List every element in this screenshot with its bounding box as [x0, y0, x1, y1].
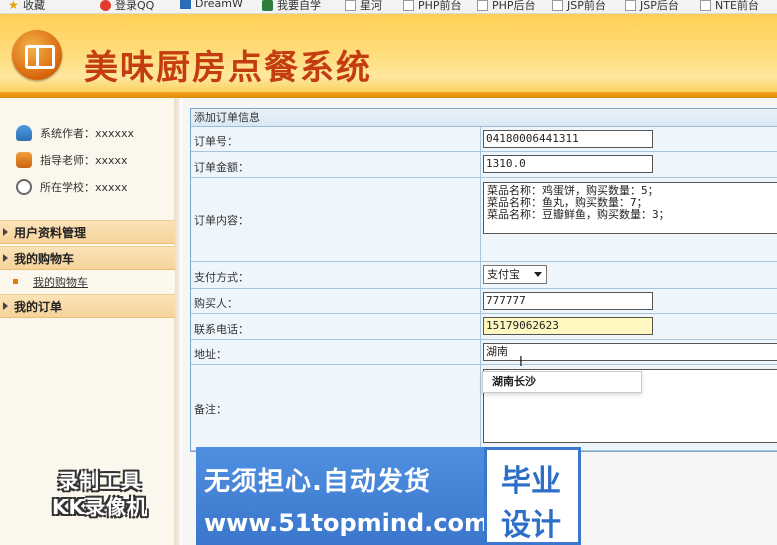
label-phone: 联系电话： [194, 323, 249, 336]
info-school: 所在学校：xxxxx [16, 179, 128, 195]
label-address: 地址： [194, 348, 227, 361]
menu-cart[interactable]: 我的购物车 [0, 246, 175, 270]
label-payment: 支付方式： [194, 271, 249, 284]
site-title: 美味厨房点餐系统 [84, 48, 372, 88]
payment-select[interactable]: 支付宝 [483, 265, 547, 284]
info-teacher: 指导老师：xxxxx [16, 152, 128, 168]
bookmark-jsp-front[interactable]: JSP前台 [552, 0, 606, 13]
recorder-watermark: 录制工具 KK录像机 [52, 469, 148, 519]
bookmark-php-front[interactable]: PHP前台 [403, 0, 462, 13]
doc-icon [403, 0, 414, 11]
shield-icon [262, 0, 273, 11]
doc-icon [625, 0, 636, 11]
teacher-icon [16, 152, 32, 168]
row-order-no: 订单号： 04180006441311 [191, 127, 777, 152]
buyer-input[interactable]: 777777 [483, 292, 653, 310]
label-buyer: 购买人： [194, 297, 238, 310]
promo-overlay: 无须担心.自动发货 www.51topmind.com 毕业 设计 [196, 447, 581, 545]
address-input[interactable]: 湖南 [483, 343, 777, 361]
bookmark-php-back[interactable]: PHP后台 [477, 0, 536, 13]
qq-icon [100, 0, 111, 11]
clock-icon [16, 179, 32, 195]
star-icon: ★ [8, 0, 19, 12]
label-order-no: 订单号： [194, 135, 238, 148]
row-content: 订单内容： 菜品名称：鸡蛋饼，购买数量：5； 菜品名称：鱼丸，购买数量：7； 菜… [191, 178, 777, 262]
row-address: 地址： 湖南 [191, 340, 777, 365]
arrow-right-icon [3, 254, 8, 262]
menu-sub-my-cart[interactable]: 我的购物车 [0, 271, 175, 293]
chevron-down-icon [534, 272, 542, 277]
bookmark-qq[interactable]: 登录QQ [100, 0, 154, 13]
bookmarks-bar: ★ 收藏 登录QQ DreamW 我要自学 星河 PHP前台 PHP后台 JSP前… [0, 0, 777, 14]
label-content: 订单内容： [194, 214, 249, 227]
sidebar-divider [174, 98, 180, 545]
row-buyer: 购买人： 777777 [191, 289, 777, 314]
doc-icon [552, 0, 563, 11]
bookmark-xinghe[interactable]: 星河 [345, 0, 382, 13]
doc-icon [345, 0, 356, 11]
doc-icon [477, 0, 488, 11]
menu-user-profile[interactable]: 用户资料管理 [0, 220, 175, 244]
text-cursor-icon: I [519, 355, 523, 370]
promo-slogan: 无须担心.自动发货 [204, 467, 431, 497]
bookmark-favorites[interactable]: ★ 收藏 [8, 0, 45, 13]
row-payment: 支付方式： 支付宝 [191, 262, 777, 289]
promo-badge: 毕业 设计 [484, 447, 581, 545]
bookmark-jsp-back[interactable]: JSP后台 [625, 0, 679, 13]
address-autocomplete-option[interactable]: 湖南长沙 [482, 371, 642, 393]
arrow-right-icon [3, 228, 8, 236]
form-title: 添加订单信息 [191, 109, 777, 127]
dreamweaver-icon [180, 0, 191, 9]
order-form: 添加订单信息 订单号： 04180006441311 订单金额： 1310.0 … [190, 108, 777, 452]
row-phone: 联系电话： 15179062623 [191, 314, 777, 340]
bullet-icon [13, 279, 18, 284]
order-no-input[interactable]: 04180006441311 [483, 130, 653, 148]
users-icon [16, 125, 32, 141]
menu-orders[interactable]: 我的订单 [0, 294, 175, 318]
order-content-textarea[interactable]: 菜品名称：鸡蛋饼，购买数量：5； 菜品名称：鱼丸，购买数量：7； 菜品名称：豆瓣… [483, 182, 777, 234]
row-amount: 订单金额： 1310.0 [191, 152, 777, 178]
bookmark-dreamweaver[interactable]: DreamW [180, 0, 243, 10]
bookmark-self-study[interactable]: 我要自学 [262, 0, 321, 13]
amount-input[interactable]: 1310.0 [483, 155, 653, 173]
label-amount: 订单金额： [194, 161, 249, 174]
header-banner: 美味厨房点餐系统 [0, 14, 777, 98]
logo [12, 30, 62, 80]
promo-url: www.51topmind.com [204, 509, 489, 537]
bookmark-nte-front[interactable]: NTE前台 [700, 0, 759, 13]
info-author: 系统作者：xxxxxx [16, 125, 134, 141]
arrow-right-icon [3, 302, 8, 310]
label-remark: 备注： [194, 403, 227, 416]
doc-icon [700, 0, 711, 11]
phone-input[interactable]: 15179062623 [483, 317, 653, 335]
